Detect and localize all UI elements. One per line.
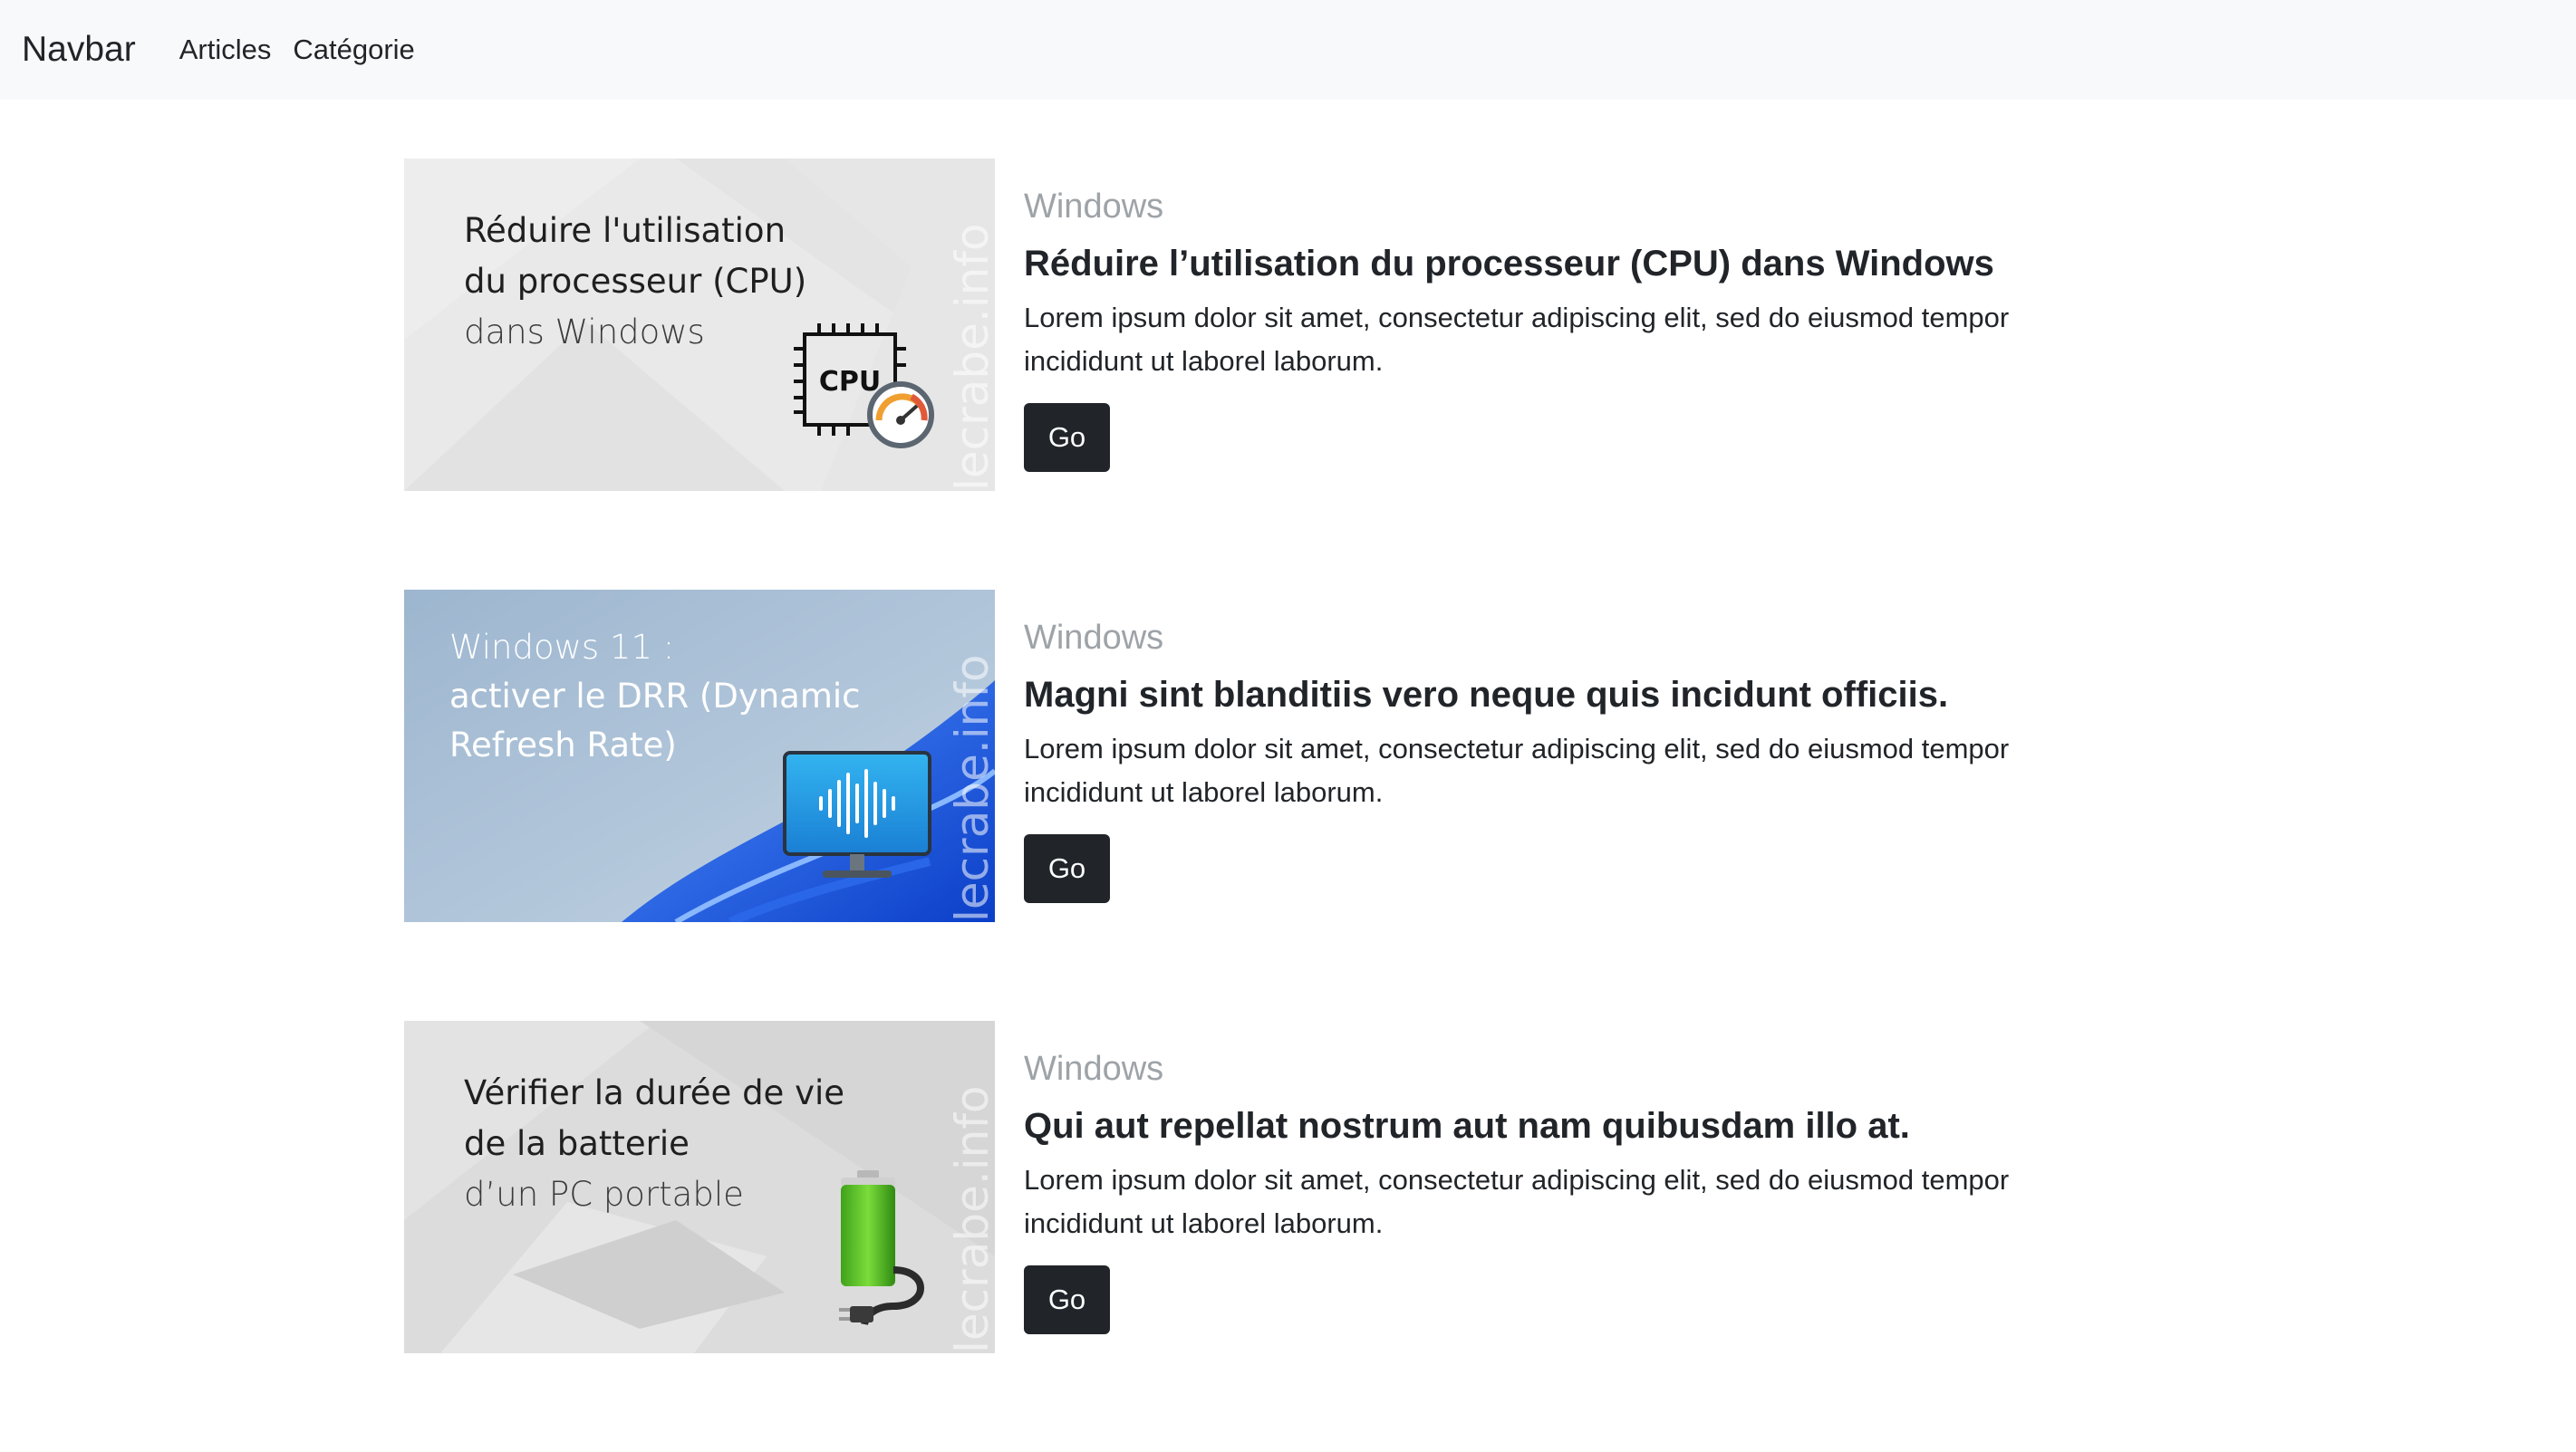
go-button[interactable]: Go: [1024, 403, 1110, 472]
image-title-line: de la batterie: [464, 1124, 690, 1163]
article-title: Réduire l’utilisation du processeur (CPU…: [1024, 244, 1994, 284]
article-text: Lorem ipsum dolor sit amet, consectetur …: [1024, 302, 2010, 377]
article-card: Réduire l'utilisation du processeur (CPU…: [404, 159, 2126, 491]
image-title-line: Réduire l'utilisation: [464, 211, 786, 250]
image-title-line: du processeur (CPU): [464, 262, 807, 301]
image-title-line: Refresh Rate): [449, 726, 677, 764]
article-image[interactable]: Réduire l'utilisation du processeur (CPU…: [404, 159, 995, 491]
article-category: Windows: [1024, 1050, 1164, 1088]
article-body: Windows Qui aut repellat nostrum aut nam…: [1024, 1048, 2111, 1334]
article-card: Windows 11 : activer le DRR (Dynamic Ref…: [404, 590, 2126, 922]
battery-icon: [839, 1170, 924, 1326]
speedometer-icon: [867, 381, 934, 448]
article-list: Réduire l'utilisation du processeur (CPU…: [404, 159, 2126, 1452]
nav-link-categorie[interactable]: Catégorie: [293, 34, 414, 66]
image-title-line: Windows 11 :: [449, 628, 675, 667]
image-title-line: d’un PC portable: [464, 1175, 744, 1214]
image-title-line: activer le DRR (Dynamic: [449, 677, 861, 716]
navbar-brand[interactable]: Navbar: [22, 30, 136, 70]
article-title: Qui aut repellat nostrum aut nam quibusd…: [1024, 1106, 1910, 1146]
image-title-line: Vérifier la durée de vie: [464, 1073, 845, 1112]
image-watermark: lecrabe.info: [946, 223, 995, 491]
image-title-line: dans Windows: [464, 313, 705, 351]
article-image[interactable]: Vérifier la durée de vie de la batterie …: [404, 1021, 995, 1353]
article-text: Lorem ipsum dolor sit amet, consectetur …: [1024, 1164, 2010, 1239]
go-button[interactable]: Go: [1024, 1265, 1110, 1334]
article-category: Windows: [1024, 619, 1164, 657]
image-watermark: lecrabe.info: [946, 1085, 995, 1353]
article-image[interactable]: Windows 11 : activer le DRR (Dynamic Ref…: [404, 590, 995, 922]
article-category: Windows: [1024, 188, 1164, 226]
navbar: Navbar Articles Catégorie: [0, 0, 2576, 100]
monitor-soundwave-icon: [783, 751, 931, 878]
article-title: Magni sint blanditiis vero neque quis in…: [1024, 675, 1949, 715]
image-watermark: lecrabe.info: [946, 654, 995, 922]
go-button[interactable]: Go: [1024, 834, 1110, 903]
nav-link-articles[interactable]: Articles: [179, 34, 272, 66]
article-text: Lorem ipsum dolor sit amet, consectetur …: [1024, 733, 2010, 808]
article-card: Vérifier la durée de vie de la batterie …: [404, 1021, 2126, 1353]
article-body: Windows Magni sint blanditiis vero neque…: [1024, 617, 2111, 903]
article-body: Windows Réduire l’utilisation du process…: [1024, 186, 2111, 472]
